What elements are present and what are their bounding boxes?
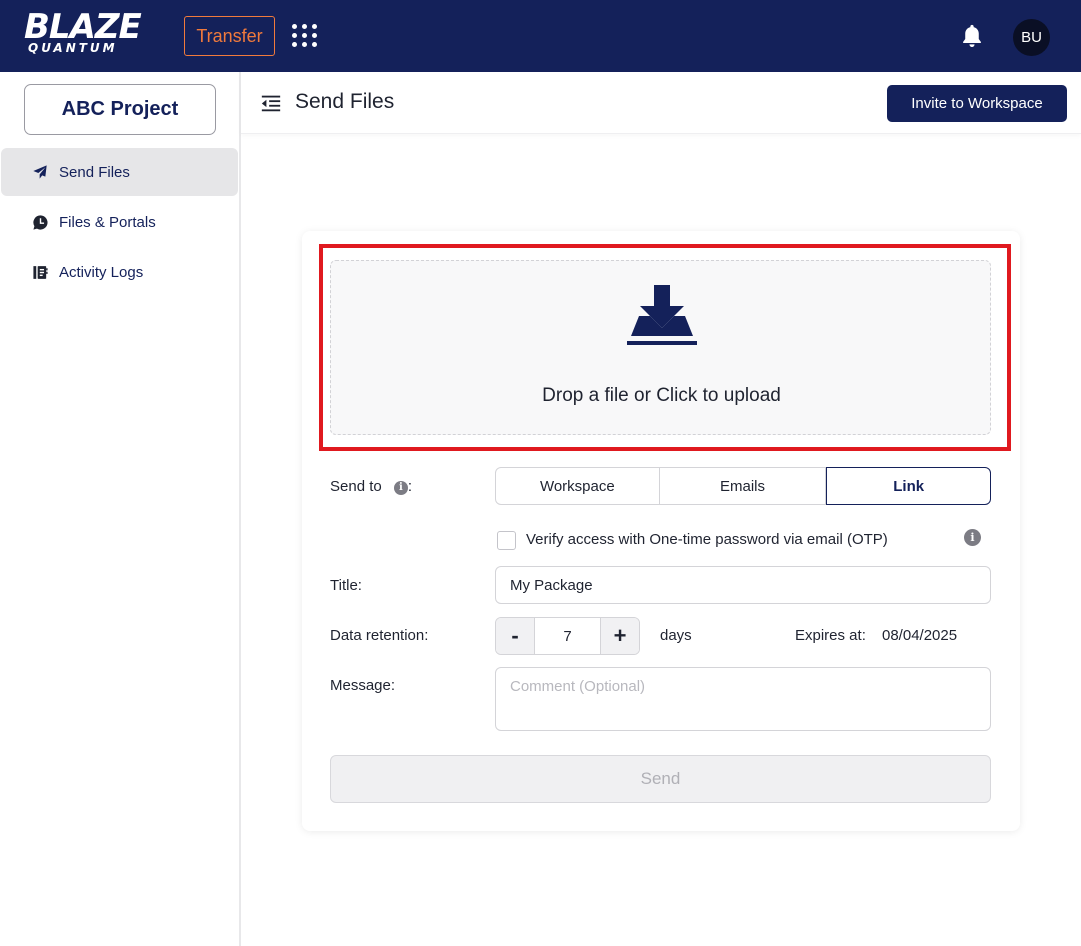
project-selector-button[interactable]: ABC Project bbox=[24, 84, 216, 135]
bell-icon[interactable] bbox=[958, 22, 986, 50]
retention-stepper: - 7 + bbox=[495, 617, 640, 655]
retention-decrement-button[interactable]: - bbox=[496, 618, 534, 654]
message-textarea[interactable]: Comment (Optional) bbox=[495, 667, 991, 731]
retention-value-input[interactable]: 7 bbox=[534, 618, 601, 654]
log-book-icon bbox=[30, 262, 50, 282]
otp-info-icon[interactable]: i bbox=[964, 529, 981, 546]
sidebar-item-activity-logs[interactable]: Activity Logs bbox=[1, 248, 238, 296]
retention-increment-button[interactable]: + bbox=[601, 618, 639, 654]
send-to-segmented-control: Workspace Emails Link bbox=[495, 467, 991, 505]
message-label: Message: bbox=[330, 677, 396, 694]
title-label: Title: bbox=[330, 577, 362, 594]
sidebar: ABC Project Send Files Files & Portals A… bbox=[0, 72, 241, 946]
send-to-label-text: Send to bbox=[330, 478, 382, 495]
logo-secondary-text: QUANTUM bbox=[28, 41, 118, 55]
sidebar-item-label: Activity Logs bbox=[59, 263, 144, 281]
sidebar-item-label: Send Files bbox=[59, 163, 130, 181]
title-input[interactable]: My Package bbox=[495, 566, 991, 604]
user-avatar[interactable]: BU bbox=[1013, 19, 1050, 56]
clock-chat-icon bbox=[30, 212, 50, 232]
invite-to-workspace-button[interactable]: Invite to Workspace bbox=[887, 85, 1067, 122]
logo-primary-text: BLAZE bbox=[24, 7, 142, 47]
send-to-colon: : bbox=[407, 478, 413, 495]
menu-collapse-icon[interactable] bbox=[260, 92, 282, 114]
top-bar: BLAZE QUANTUM Transfer BU bbox=[0, 0, 1081, 72]
transfer-button[interactable]: Transfer bbox=[184, 16, 275, 56]
otp-label: Verify access with One-time password via… bbox=[526, 531, 888, 548]
dropzone-text: Drop a file or Click to upload bbox=[542, 385, 781, 406]
expires-at-label: Expires at: bbox=[795, 627, 866, 644]
send-to-workspace-option[interactable]: Workspace bbox=[495, 467, 660, 505]
sidebar-item-send-files[interactable]: Send Files bbox=[1, 148, 238, 196]
sidebar-item-files-portals[interactable]: Files & Portals bbox=[1, 198, 238, 246]
download-tray-icon bbox=[625, 283, 699, 349]
info-icon[interactable]: i bbox=[393, 481, 408, 495]
data-retention-label: Data retention: bbox=[330, 627, 429, 644]
sidebar-item-label: Files & Portals bbox=[59, 213, 156, 231]
retention-unit: days bbox=[660, 627, 692, 644]
file-dropzone[interactable]: Drop a file or Click to upload bbox=[330, 260, 991, 435]
send-to-link-option[interactable]: Link bbox=[826, 467, 991, 505]
blaze-quantum-logo[interactable]: BLAZE QUANTUM bbox=[24, 10, 164, 60]
send-to-label: Send to i: bbox=[330, 478, 412, 495]
send-to-emails-option[interactable]: Emails bbox=[659, 467, 827, 505]
page-header: Send Files Invite to Workspace bbox=[241, 72, 1081, 134]
expires-at-value: 08/04/2025 bbox=[882, 627, 958, 644]
apps-grid-icon[interactable] bbox=[292, 24, 318, 48]
send-button[interactable]: Send bbox=[330, 755, 991, 803]
page-title: Send Files bbox=[295, 90, 395, 113]
paper-plane-icon bbox=[30, 162, 50, 182]
otp-checkbox[interactable] bbox=[497, 531, 516, 550]
send-files-card: Drop a file or Click to upload Send to i… bbox=[302, 231, 1020, 831]
